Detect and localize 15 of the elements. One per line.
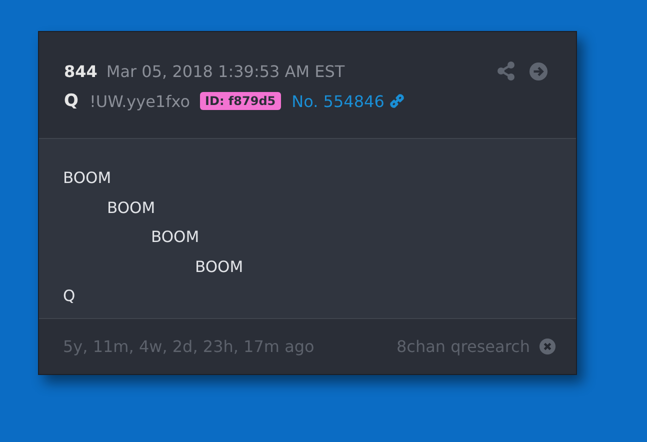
post-text-line: BOOM xyxy=(107,198,156,218)
id-badge: ID: f879d5 xyxy=(200,92,281,110)
close-icon[interactable] xyxy=(539,338,556,355)
post-timestamp: Mar 05, 2018 1:39:53 AM EST xyxy=(106,62,345,80)
post-number: 844 xyxy=(64,62,98,80)
link-icon[interactable] xyxy=(388,92,406,110)
share-icon[interactable] xyxy=(497,61,515,81)
arrow-right-icon[interactable] xyxy=(529,62,548,80)
post-text-line: BOOM xyxy=(63,168,112,189)
tripcode: !UW.yye1fxo xyxy=(89,92,190,110)
author-name: Q xyxy=(64,91,78,111)
post-text-line: Q xyxy=(63,286,76,307)
post-link[interactable]: No. 554846 xyxy=(292,92,384,110)
post-text-line: BOOM xyxy=(195,256,244,278)
post-text-line: BOOM xyxy=(151,227,200,248)
